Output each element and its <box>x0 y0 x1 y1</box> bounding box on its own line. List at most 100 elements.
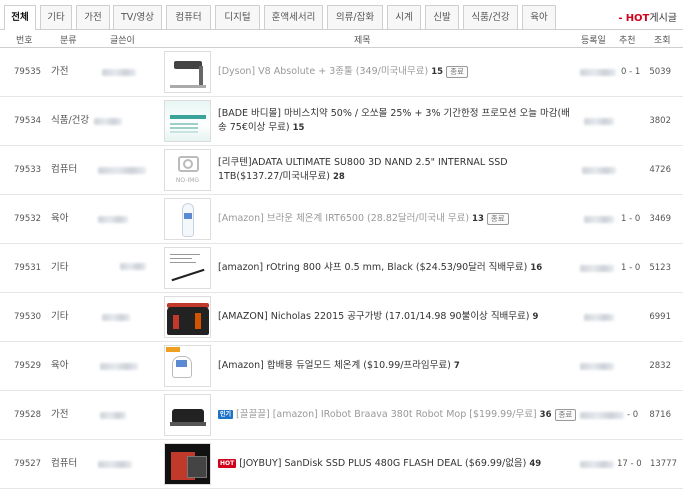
author-name-blurred[interactable] <box>98 461 132 468</box>
author-name-blurred[interactable] <box>100 363 138 370</box>
post-number: 79532 <box>14 214 42 224</box>
post-title[interactable]: [amazon] rOtring 800 샤프 0.5 mm, Black ($… <box>218 261 574 275</box>
table-row[interactable]: 79534 식품/건강 [BADE 바디몰] 마비스치약 50% / 오쏘몰 2… <box>0 97 683 146</box>
post-number: 79528 <box>14 410 42 420</box>
table-row[interactable]: 79528 가전 인기 [끌끌끌] [amazon] IRobot Braava … <box>0 391 683 440</box>
author-name-blurred[interactable] <box>100 412 126 419</box>
post-number: 79527 <box>14 459 42 469</box>
tab-digital[interactable]: 디지털 <box>215 5 260 29</box>
post-title-text[interactable]: [Amazon] 브라운 체온계 IRT6500 (28.82달러/미국내 무료… <box>218 213 469 224</box>
author-name-blurred[interactable] <box>98 167 146 174</box>
post-date-blurred <box>580 461 614 468</box>
no-image-thumbnail[interactable]: NO-IMG <box>164 149 211 191</box>
post-title[interactable]: [BADE 바디몰] 마비스치약 50% / 오쏘몰 25% + 3% 기간한정… <box>218 107 574 135</box>
view-count: 3802 <box>649 116 671 126</box>
post-category: 컴퓨터 <box>51 458 78 469</box>
post-title-text[interactable]: [Amazon] 합배용 듀얼모드 체온계 ($10.99/프라임무료) <box>218 360 451 371</box>
promo-banner-thumbnail[interactable] <box>164 100 211 142</box>
view-count: 3469 <box>649 214 671 224</box>
post-number: 79529 <box>14 361 42 371</box>
author-name-blurred[interactable] <box>94 118 122 125</box>
post-title[interactable]: 인기 [끌끌끌] [amazon] IRobot Braava 380t Robo… <box>218 408 577 422</box>
robot-mop-thumbnail[interactable] <box>164 394 211 436</box>
hot-dash: - <box>618 13 623 24</box>
tab-food-health[interactable]: 식품/건강 <box>463 5 518 29</box>
table-row[interactable]: 79533 컴퓨터 NO-IMG [리쿠텐]ADATA ULTIMATE SU8… <box>0 146 683 195</box>
table-row[interactable]: 79531 기타 [amazon] rOtring 800 샤프 0.5 mm,… <box>0 244 683 293</box>
author-name-blurred[interactable] <box>120 263 146 270</box>
author-name-blurred[interactable] <box>102 314 130 321</box>
col-recommend: 추천 <box>619 36 636 46</box>
col-number: 번호 <box>16 36 33 46</box>
col-author: 글쓴이 <box>110 36 135 46</box>
post-category: 육아 <box>51 213 69 224</box>
tab-watch[interactable]: 시계 <box>387 5 421 29</box>
tab-clothing[interactable]: 의류/잡화 <box>327 5 383 29</box>
table-row[interactable]: 79532 육아 [Amazon] 브라운 체온계 IRT6500 (28.82… <box>0 195 683 244</box>
post-title[interactable]: [Amazon] 합배용 듀얼모드 체온계 ($10.99/프라임무료) 7 <box>218 359 574 373</box>
table-row[interactable]: 79530 기타 [AMAZON] Nicholas 22015 공구가방 (1… <box>0 293 683 342</box>
table-row[interactable]: 79529 육아 [Amazon] 합배용 듀얼모드 체온계 ($10.99/프… <box>0 342 683 391</box>
post-category: 기타 <box>51 262 69 273</box>
author-name-blurred[interactable] <box>102 69 136 76</box>
tab-etc[interactable]: 기타 <box>40 5 72 29</box>
post-number: 79534 <box>14 116 42 126</box>
comment-count: 28 <box>332 172 345 182</box>
tab-tv-video[interactable]: TV/영상 <box>113 5 162 29</box>
hot-badge: HOT <box>218 459 237 468</box>
post-title-text[interactable]: [AMAZON] Nicholas 22015 공구가방 (17.01/14.9… <box>218 311 530 322</box>
post-title-text[interactable]: [Dyson] V8 Absolute + 3종툴 (349/미국내무료) <box>218 66 428 77</box>
recommend-count: 1 - 0 <box>621 263 641 273</box>
tab-all[interactable]: 전체 <box>4 5 36 30</box>
post-category: 육아 <box>51 360 69 371</box>
tab-computer[interactable]: 컴퓨터 <box>166 5 211 29</box>
thermometer-thumbnail[interactable] <box>164 198 211 240</box>
pencil-thumbnail[interactable] <box>164 247 211 289</box>
post-number: 79533 <box>14 165 42 175</box>
table-row[interactable]: 79527 컴퓨터 HOT [JOYBUY] SanDisk SSD PLUS 4… <box>0 440 683 489</box>
tab-baby[interactable]: 육아 <box>522 5 556 29</box>
view-count: 6991 <box>649 312 671 322</box>
tab-appliance[interactable]: 가전 <box>76 5 110 29</box>
table-row[interactable]: 79535 가전 [Dyson] V8 Absolute + 3종툴 (349/… <box>0 48 683 97</box>
comment-count: 13 <box>472 214 484 224</box>
col-title: 제목 <box>354 36 371 46</box>
post-category: 기타 <box>51 311 69 322</box>
post-title[interactable]: [AMAZON] Nicholas 22015 공구가방 (17.01/14.9… <box>218 310 574 324</box>
tab-phone-accessories[interactable]: 훈액세서리 <box>264 5 323 29</box>
col-category: 분류 <box>60 36 77 46</box>
hot-posts-link[interactable]: - HOT게시글 <box>618 9 677 24</box>
post-title[interactable]: HOT [JOYBUY] SanDisk SSD PLUS 480G FLASH … <box>218 457 574 471</box>
view-count: 2832 <box>649 361 671 371</box>
hot-posts-label: 게시글 <box>649 13 677 24</box>
post-title-text[interactable]: [리쿠텐]ADATA ULTIMATE SU800 3D NAND 2.5" I… <box>218 157 508 182</box>
post-number: 79535 <box>14 67 42 77</box>
post-title-text[interactable]: [끌끌끌] [amazon] IRobot Braava 380t Robot … <box>236 409 537 420</box>
comment-count: 7 <box>453 361 460 371</box>
comment-count: 49 <box>529 459 542 469</box>
vacuum-thumbnail[interactable] <box>164 51 211 93</box>
toolbag-thumbnail[interactable] <box>164 296 211 338</box>
post-date-blurred <box>580 265 614 272</box>
popular-badge: 인기 <box>218 410 234 419</box>
post-number: 79530 <box>14 312 42 322</box>
col-date: 등록일 <box>581 36 606 46</box>
ended-badge: 종료 <box>554 409 577 421</box>
comment-count: 16 <box>530 263 543 273</box>
post-date-blurred <box>584 314 614 321</box>
post-title-text[interactable]: [BADE 바디몰] 마비스치약 50% / 오쏘몰 25% + 3% 기간한정… <box>218 108 570 133</box>
comment-count: 36 <box>539 410 552 420</box>
post-date-blurred <box>580 69 616 76</box>
post-title-text[interactable]: [JOYBUY] SanDisk SSD PLUS 480G FLASH DEA… <box>239 458 526 469</box>
ssd-thumbnail[interactable] <box>164 443 211 485</box>
thermometer-gun-thumbnail[interactable] <box>164 345 211 387</box>
author-name-blurred[interactable] <box>98 216 128 223</box>
post-category: 가전 <box>51 66 69 77</box>
post-date-blurred <box>582 167 616 174</box>
view-count: 13777 <box>649 459 677 469</box>
post-title[interactable]: [리쿠텐]ADATA ULTIMATE SU800 3D NAND 2.5" I… <box>218 156 574 184</box>
post-title[interactable]: [Dyson] V8 Absolute + 3종툴 (349/미국내무료) 15 종… <box>218 65 574 79</box>
post-title-text[interactable]: [amazon] rOtring 800 샤프 0.5 mm, Black ($… <box>218 262 527 273</box>
tab-shoes[interactable]: 신발 <box>425 5 459 29</box>
post-title[interactable]: [Amazon] 브라운 체온계 IRT6500 (28.82달러/미국내 무료… <box>218 212 574 226</box>
